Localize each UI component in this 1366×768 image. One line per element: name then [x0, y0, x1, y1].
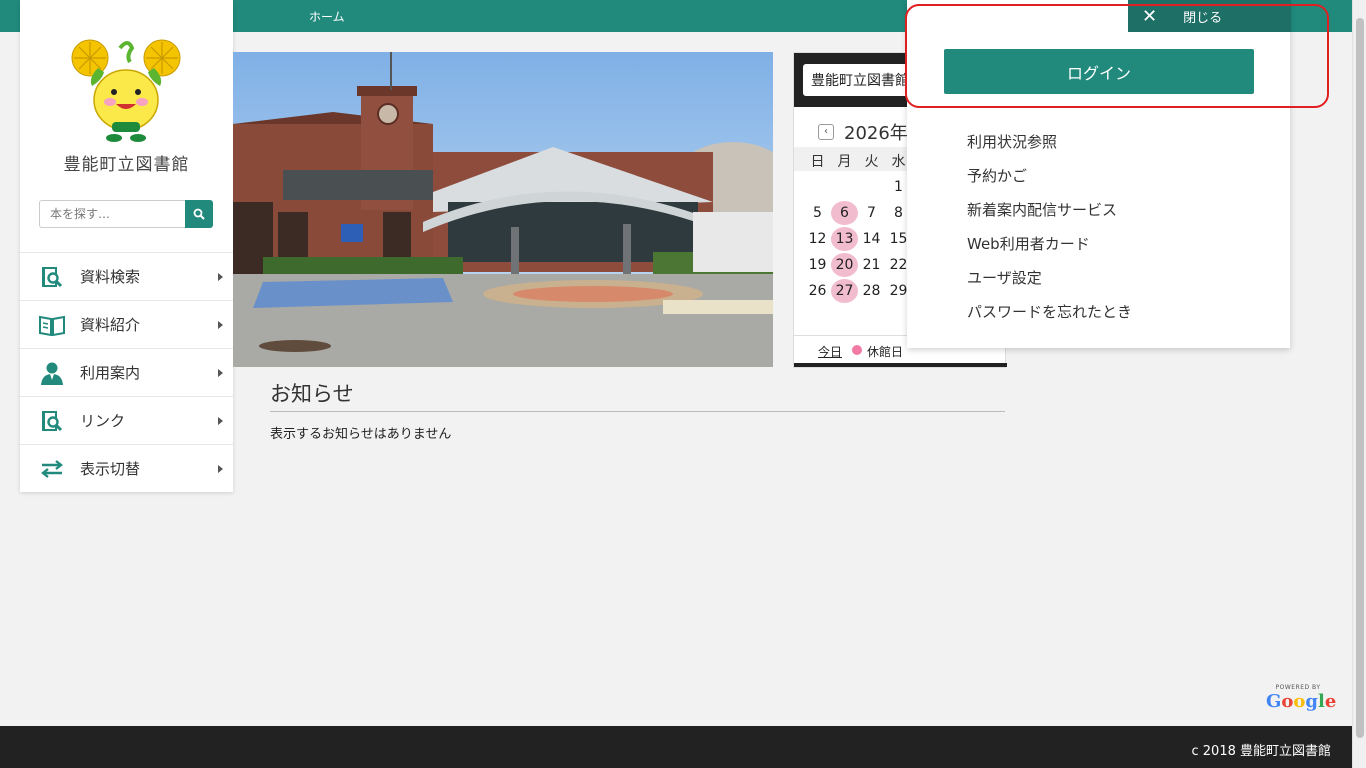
home-link[interactable]: ホーム: [309, 8, 345, 25]
google-logo: Google: [1266, 691, 1337, 712]
calendar-bottom-bar: [794, 363, 1007, 367]
calendar-day[interactable]: 14: [858, 227, 885, 251]
calendar-weekday: 火: [864, 154, 879, 170]
notices-empty-message: 表示するお知らせはありません: [270, 427, 452, 442]
calendar-month-row: ‹ 2026年: [818, 119, 908, 145]
chevron-right-icon: [218, 465, 223, 473]
calendar-day[interactable]: 6: [831, 201, 858, 225]
account-menu-item-user-settings[interactable]: ユーザ設定: [967, 268, 1132, 302]
sidebar-item-links[interactable]: リンク: [20, 396, 233, 444]
sidebar-item-label: 資料紹介: [80, 316, 141, 334]
account-menu-item-reservation-cart[interactable]: 予約かご: [967, 166, 1132, 200]
account-menu-item-new-arrival-service[interactable]: 新着案内配信サービス: [967, 200, 1132, 234]
library-name: 豊能町立図書館: [63, 155, 190, 175]
sidebar-item-display-toggle[interactable]: 表示切替: [20, 444, 233, 492]
sidebar-item-material-intro[interactable]: 資料紹介: [20, 300, 233, 348]
calendar-day[interactable]: 7: [858, 201, 885, 225]
calendar-day[interactable]: 12: [804, 227, 831, 251]
book-search-icon: [39, 408, 65, 434]
scrollbar-thumb[interactable]: [1356, 18, 1364, 738]
calendar-day[interactable]: 19: [804, 253, 831, 277]
chevron-right-icon: [218, 417, 223, 425]
highlight-annotation-box: [905, 4, 1329, 108]
open-book-icon: [39, 312, 65, 338]
search-icon: [193, 208, 205, 220]
powered-by-google-badge[interactable]: POWERED BY Google: [1266, 684, 1337, 714]
sidebar-item-label: 表示切替: [80, 460, 141, 478]
calendar-weekday: 月: [837, 154, 852, 170]
notices-divider: [270, 411, 1005, 412]
calendar-day[interactable]: 27: [831, 279, 858, 303]
search-box: [39, 200, 213, 228]
sidebar: 豊能町立図書館 資料検索 資料紹介: [20, 0, 233, 492]
chevron-right-icon: [218, 321, 223, 329]
page-footer: c 2018 豊能町立図書館: [0, 726, 1352, 768]
library-building-photo: [233, 52, 773, 367]
search-input[interactable]: [39, 200, 185, 228]
calendar-day[interactable]: 13: [831, 227, 858, 251]
calendar-day[interactable]: 28: [858, 279, 885, 303]
account-menu-list: 利用状況参照 予約かご 新着案内配信サービス Web利用者カード ユーザ設定 パ…: [967, 132, 1132, 336]
calendar-today-link[interactable]: 今日: [818, 343, 842, 360]
calendar-day[interactable]: 21: [858, 253, 885, 277]
calendar-day[interactable]: 20: [831, 253, 858, 277]
account-menu-item-usage-status[interactable]: 利用状況参照: [967, 132, 1132, 166]
sidebar-item-usage-guide[interactable]: 利用案内: [20, 348, 233, 396]
powered-by-label: POWERED BY: [1275, 684, 1321, 691]
calendar-month-label: 2026年: [844, 123, 908, 144]
calendar-weekday: 日: [810, 154, 825, 170]
sidebar-item-label: 資料検索: [80, 268, 141, 286]
chevron-left-icon[interactable]: ‹: [818, 124, 834, 140]
calendar-day[interactable]: 5: [804, 201, 831, 225]
account-menu-item-web-card[interactable]: Web利用者カード: [967, 234, 1132, 268]
chevron-right-icon: [218, 369, 223, 377]
book-search-icon: [39, 264, 65, 290]
swap-arrows-icon: [39, 456, 65, 482]
closed-day-legend-label: 休館日: [867, 345, 904, 359]
copyright-text: c 2018 豊能町立図書館: [1191, 744, 1332, 759]
mascot-logo-icon[interactable]: [70, 38, 182, 142]
user-icon: [39, 360, 65, 386]
account-menu-item-forgot-password[interactable]: パスワードを忘れたとき: [967, 302, 1132, 336]
sidebar-item-material-search[interactable]: 資料検索: [20, 252, 233, 300]
closed-day-legend-dot: [852, 345, 862, 355]
notices-heading: お知らせ: [270, 382, 354, 406]
search-button[interactable]: [185, 200, 213, 228]
sidebar-item-label: 利用案内: [80, 364, 141, 382]
chevron-right-icon: [218, 273, 223, 281]
vertical-scrollbar[interactable]: [1352, 0, 1366, 768]
sidebar-menu: 資料検索 資料紹介 利用案内 リンク 表示切替: [20, 252, 233, 492]
sidebar-item-label: リンク: [80, 412, 126, 430]
calendar-day[interactable]: 26: [804, 279, 831, 303]
